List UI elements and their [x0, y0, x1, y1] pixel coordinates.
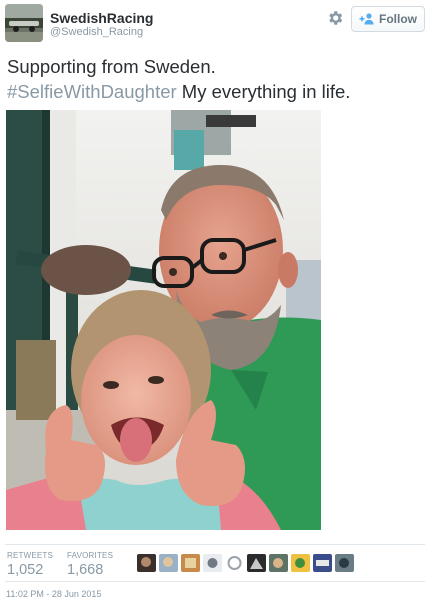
- avatar[interactable]: [313, 554, 332, 572]
- favoriter-avatars: [137, 554, 354, 572]
- tweet-photo[interactable]: [6, 110, 321, 530]
- avatar[interactable]: [5, 4, 43, 42]
- avatar[interactable]: [181, 554, 200, 572]
- avatar[interactable]: [247, 554, 266, 572]
- tweet-line-1: Supporting from Sweden.: [7, 56, 216, 77]
- favorites-label[interactable]: FAVORITES: [67, 551, 113, 560]
- avatar[interactable]: [137, 554, 156, 572]
- stats-divider-bottom: [5, 581, 425, 582]
- avatar[interactable]: [269, 554, 288, 572]
- screen-name[interactable]: @Swedish_Racing: [50, 26, 143, 38]
- favorites-count[interactable]: 1,668: [67, 562, 103, 578]
- stats-divider-top: [5, 544, 425, 545]
- tweet-timestamp[interactable]: 11:02 PM - 28 Jun 2015: [6, 589, 101, 599]
- avatar[interactable]: [335, 554, 354, 572]
- tweet-line-2-text: My everything in life.: [176, 81, 351, 102]
- hashtag-link[interactable]: #SelfieWithDaughter: [7, 81, 177, 102]
- gear-icon[interactable]: [326, 9, 344, 27]
- avatar[interactable]: [203, 554, 222, 572]
- display-name[interactable]: SwedishRacing: [50, 10, 153, 26]
- tweet-card: SwedishRacing @Swedish_Racing Follow Sup…: [0, 0, 431, 605]
- tweet-line-2: #SelfieWithDaughter My everything in lif…: [7, 79, 427, 104]
- avatar[interactable]: [159, 554, 178, 572]
- tweet-text: Supporting from Sweden. #SelfieWithDaugh…: [7, 54, 427, 104]
- retweets-label[interactable]: RETWEETS: [7, 551, 53, 560]
- retweets-count[interactable]: 1,052: [7, 562, 43, 578]
- follow-label: Follow: [379, 12, 417, 26]
- avatar[interactable]: [291, 554, 310, 572]
- avatar[interactable]: [225, 554, 244, 572]
- follow-button[interactable]: Follow: [351, 6, 425, 32]
- add-user-icon: [359, 13, 375, 25]
